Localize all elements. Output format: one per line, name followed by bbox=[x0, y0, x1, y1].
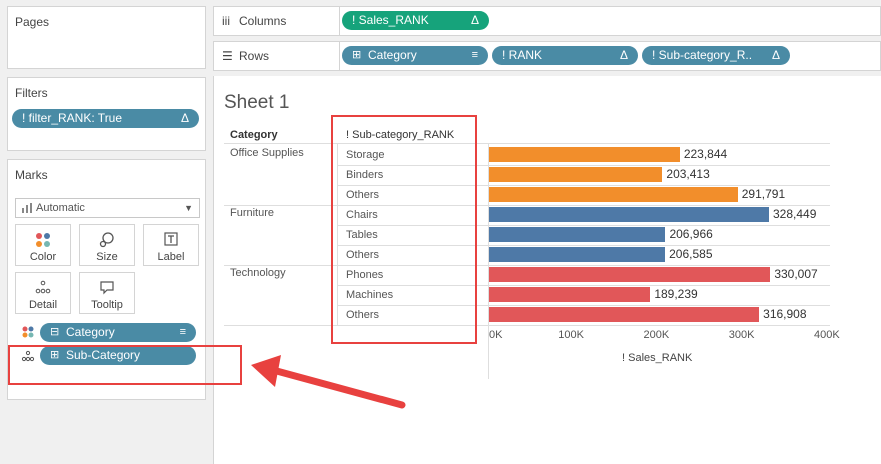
bar-value-label: 189,239 bbox=[654, 287, 698, 301]
delta-icon: Δ bbox=[619, 48, 628, 62]
axis-title: ! Sales_RANK bbox=[622, 352, 693, 364]
bar bbox=[489, 267, 771, 282]
expand-plus-icon: ⊟ bbox=[50, 326, 60, 338]
bar bbox=[489, 307, 760, 322]
bar bbox=[489, 147, 680, 162]
size-button[interactable]: Size bbox=[79, 224, 135, 266]
header-category: Category bbox=[230, 129, 278, 141]
label-button[interactable]: Label bbox=[143, 224, 199, 266]
bar-value-label: 206,966 bbox=[669, 227, 713, 241]
highlight-box-marks-detail bbox=[8, 345, 242, 385]
columns-icon: iii bbox=[222, 14, 230, 28]
color-button[interactable]: Color bbox=[15, 224, 71, 266]
columns-label-text: Columns bbox=[239, 14, 287, 28]
color-dots-icon bbox=[22, 326, 34, 338]
rows-label-text: Rows bbox=[239, 49, 270, 63]
detail-label: Detail bbox=[28, 299, 58, 311]
text-label-icon bbox=[164, 232, 178, 246]
row-divider bbox=[224, 205, 830, 206]
size-icon bbox=[99, 232, 114, 248]
bar bbox=[489, 227, 666, 242]
label-label: Label bbox=[157, 251, 185, 263]
bar-chart-icon bbox=[22, 203, 32, 213]
color-label: Color bbox=[29, 251, 57, 263]
filter-pill[interactable]: ! filter_RANK: True Δ bbox=[12, 109, 199, 128]
detail-button[interactable]: Detail bbox=[15, 272, 71, 314]
left-panel: Pages Filters ! filter_RANK: True Δ Mark… bbox=[0, 0, 213, 464]
sheet-title: Sheet 1 bbox=[224, 92, 290, 113]
table-bottom bbox=[224, 325, 830, 326]
highlight-box-subcategory bbox=[331, 115, 477, 344]
bar bbox=[489, 167, 663, 182]
columns-pill-label: ! Sales_RANK bbox=[352, 13, 429, 27]
pages-title: Pages bbox=[15, 15, 50, 29]
columns-shelf-label: iii Columns bbox=[214, 7, 340, 35]
expand-plus-icon: ⊞ bbox=[352, 49, 362, 61]
bar bbox=[489, 207, 769, 222]
filters-card: Filters ! filter_RANK: True Δ bbox=[7, 77, 206, 151]
axis-tick-label: 400K bbox=[814, 329, 840, 341]
rows-pill-rank[interactable]: ! RANK Δ bbox=[492, 46, 638, 65]
chevron-down-icon: ▼ bbox=[184, 203, 193, 213]
pages-card: Pages bbox=[7, 6, 206, 69]
sort-icon: ≡ bbox=[179, 326, 186, 338]
color-dots-icon bbox=[36, 233, 50, 247]
rows-shelf: ☰ Rows ⊞ Category ≡ ! RANK Δ ! Sub-categ… bbox=[213, 41, 881, 71]
red-arrow-icon bbox=[251, 355, 406, 409]
bar-value-label: 206,585 bbox=[669, 247, 713, 261]
columns-pill-sales-rank[interactable]: ! Sales_RANK Δ bbox=[342, 11, 489, 30]
axis-tick-label: 200K bbox=[643, 329, 670, 341]
marks-pill-category[interactable]: ⊟ Category ≡ bbox=[40, 323, 196, 342]
detail-dots-icon bbox=[35, 280, 51, 294]
columns-shelf: iii Columns ! Sales_RANK Δ bbox=[213, 6, 881, 36]
tooltip-button[interactable]: Tooltip bbox=[79, 272, 135, 314]
bar-value-label: 328,449 bbox=[773, 207, 817, 221]
rows-pill-subcategory-rank-label: ! Sub-category_R.. bbox=[652, 48, 753, 62]
delta-icon: Δ bbox=[771, 48, 780, 62]
tooltip-label: Tooltip bbox=[91, 299, 123, 311]
bar bbox=[489, 187, 738, 202]
sort-icon: ≡ bbox=[471, 49, 478, 61]
category-cell: Furniture bbox=[230, 207, 275, 219]
bar-value-label: 316,908 bbox=[763, 307, 807, 321]
filter-pill-label: ! filter_RANK: True bbox=[22, 111, 123, 125]
bar bbox=[489, 287, 651, 302]
marks-pill-category-label: Category bbox=[66, 325, 115, 339]
delta-icon: Δ bbox=[180, 111, 189, 125]
axis-tick-label: 0K bbox=[489, 329, 503, 341]
bar bbox=[489, 247, 666, 262]
filters-title: Filters bbox=[15, 86, 48, 100]
rows-pill-category[interactable]: ⊞ Category ≡ bbox=[342, 46, 488, 65]
row-divider bbox=[224, 265, 830, 266]
rows-pill-subcategory-rank[interactable]: ! Sub-category_R.. Δ bbox=[642, 46, 790, 65]
rows-pill-rank-label: ! RANK bbox=[502, 48, 543, 62]
size-label: Size bbox=[96, 251, 118, 263]
category-cell: Office Supplies bbox=[230, 147, 304, 159]
rows-icon: ☰ bbox=[222, 49, 233, 63]
category-cell: Technology bbox=[230, 267, 286, 279]
speech-bubble-icon bbox=[100, 281, 114, 295]
bar-value-label: 291,791 bbox=[741, 187, 786, 201]
marks-title: Marks bbox=[15, 168, 48, 182]
mark-type-value: Automatic bbox=[36, 202, 85, 214]
delta-icon: Δ bbox=[470, 13, 479, 27]
bar-value-label: 223,844 bbox=[683, 147, 728, 161]
axis-tick-label: 300K bbox=[728, 329, 755, 341]
mark-type-dropdown[interactable]: Automatic ▼ bbox=[15, 198, 200, 218]
axis-tick-label: 100K bbox=[558, 329, 584, 341]
rows-pill-category-label: Category bbox=[368, 48, 417, 62]
bar-value-label: 203,413 bbox=[666, 167, 710, 181]
rows-shelf-label: ☰ Rows bbox=[214, 42, 340, 70]
header-divider bbox=[224, 143, 830, 144]
bar-value-label: 330,007 bbox=[774, 267, 818, 281]
